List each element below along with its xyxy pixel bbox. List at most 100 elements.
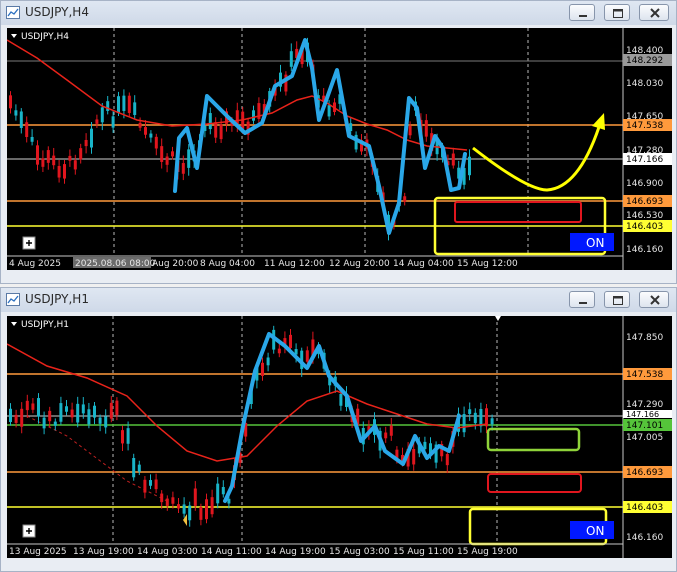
close-button[interactable] <box>639 291 669 308</box>
chart-menu-triangle-icon[interactable] <box>11 322 17 326</box>
candle-body <box>266 357 270 366</box>
candle-body <box>111 116 115 128</box>
window-titlebar[interactable]: USDJPY,H4 <box>1 1 676 25</box>
candle-body <box>214 122 218 138</box>
price-label-level: 146.693 <box>626 197 663 207</box>
candle-body <box>98 417 102 424</box>
time-label: 14 Aug 03:00 <box>137 547 198 557</box>
candle-body <box>57 166 61 178</box>
chart-window-icon <box>6 6 20 19</box>
candle-body <box>14 110 18 116</box>
candle-body <box>479 408 483 427</box>
price-chart-h1[interactable]: 147.850 147.538 147.290 147.166 147.101 … <box>7 316 672 558</box>
candle-body <box>445 454 449 466</box>
candle-body <box>219 124 223 140</box>
chart-symbol-label: USDJPY,H1 <box>21 320 69 330</box>
candle-body <box>126 428 130 444</box>
candle-body <box>149 133 153 138</box>
candle-body <box>165 156 169 165</box>
candle-body <box>84 139 88 147</box>
candle-body <box>9 95 12 109</box>
window-title: USDJPY,H4 <box>25 5 89 19</box>
time-label: 14 Aug 19:00 <box>265 547 326 557</box>
on-toggle-label: ON <box>586 524 604 538</box>
price-label: 146.160 <box>626 533 663 543</box>
maximize-button[interactable] <box>604 291 630 308</box>
candle-body <box>137 464 141 472</box>
candle-body <box>100 107 104 123</box>
chart-menu-triangle-icon[interactable] <box>11 34 17 38</box>
time-label: 13 Aug 2025 <box>9 547 67 557</box>
candles <box>9 37 471 241</box>
candle-body <box>79 148 83 160</box>
candle-body <box>73 160 77 170</box>
window-titlebar[interactable]: USDJPY,H1 <box>1 288 676 312</box>
candle-body <box>42 417 46 429</box>
candle-body <box>81 404 85 414</box>
candle-body <box>165 498 169 506</box>
price-label: 146.530 <box>626 211 663 221</box>
time-label: 15 Aug 19:00 <box>457 547 518 557</box>
red-zone-box[interactable] <box>454 201 582 223</box>
chart-window-icon <box>6 293 20 306</box>
trend-drawing-blue[interactable] <box>173 38 467 235</box>
candle-body <box>76 403 80 423</box>
price-label: 146.900 <box>626 179 663 189</box>
chart-window-h4[interactable]: USDJPY,H4 148.400 148.292 148.030 147.65… <box>0 0 677 284</box>
candle-body <box>160 146 164 162</box>
window-title: USDJPY,H1 <box>25 292 89 306</box>
candle-body <box>31 403 35 410</box>
candle-body <box>187 149 191 168</box>
candle-body <box>384 432 388 439</box>
forecast-arrow[interactable] <box>472 123 602 192</box>
candle-body <box>468 409 472 414</box>
on-toggle-label: ON <box>586 236 604 250</box>
candle-body <box>48 410 52 422</box>
time-label: 14 Aug 04:00 <box>393 259 454 269</box>
minimize-button[interactable] <box>569 4 595 21</box>
time-label: 11 Aug 12:00 <box>264 259 325 269</box>
candle-body <box>63 164 66 179</box>
close-icon <box>650 295 660 305</box>
candle-body <box>261 362 264 376</box>
candle-body <box>14 414 18 423</box>
price-chart-h4[interactable]: 148.400 148.292 148.030 147.650 147.538 … <box>7 28 672 270</box>
candle-body <box>171 497 175 504</box>
candle-body <box>403 196 407 202</box>
moving-average-line <box>7 39 468 151</box>
trend-drawing-blue[interactable] <box>223 332 461 503</box>
maximize-icon <box>613 296 623 305</box>
candle-body <box>65 406 68 412</box>
time-label: 15 Aug 12:00 <box>457 259 518 269</box>
time-label: 14 Aug 11:00 <box>201 547 262 557</box>
maximize-button[interactable] <box>604 4 630 21</box>
time-label: 12 Aug 20:00 <box>329 259 390 269</box>
chart-canvas: 148.400 148.292 148.030 147.650 147.538 … <box>7 28 672 270</box>
candle-body <box>208 113 212 130</box>
green-zone-box[interactable] <box>486 427 581 452</box>
current-bar-marker-icon <box>495 316 501 321</box>
candle-body <box>127 95 131 113</box>
red-zone-box[interactable] <box>487 473 582 493</box>
price-label: 146.160 <box>626 245 663 255</box>
candle-body <box>327 105 331 117</box>
candle-body <box>9 408 12 422</box>
price-label-bid: 147.166 <box>626 155 663 165</box>
price-label-level: 146.403 <box>626 503 663 513</box>
minimize-button[interactable] <box>569 291 595 308</box>
candle-body <box>210 497 214 515</box>
candle-body <box>37 398 40 417</box>
candle-body <box>20 408 24 427</box>
candle-body <box>117 96 120 113</box>
price-label-bid: 147.166 <box>626 410 659 419</box>
candle-body <box>289 51 293 67</box>
candle-body <box>193 488 197 506</box>
candle-body <box>490 418 494 425</box>
price-label-current-marker: 148.292 <box>626 56 663 66</box>
time-label: Aug 20:00 <box>152 259 199 269</box>
candle-body <box>277 348 281 354</box>
close-button[interactable] <box>639 4 669 21</box>
price-label-level: 146.403 <box>626 222 663 232</box>
candle-body <box>122 95 126 111</box>
chart-window-h1[interactable]: USDJPY,H1 147.850 147.538 147.290 147.16… <box>0 287 677 572</box>
